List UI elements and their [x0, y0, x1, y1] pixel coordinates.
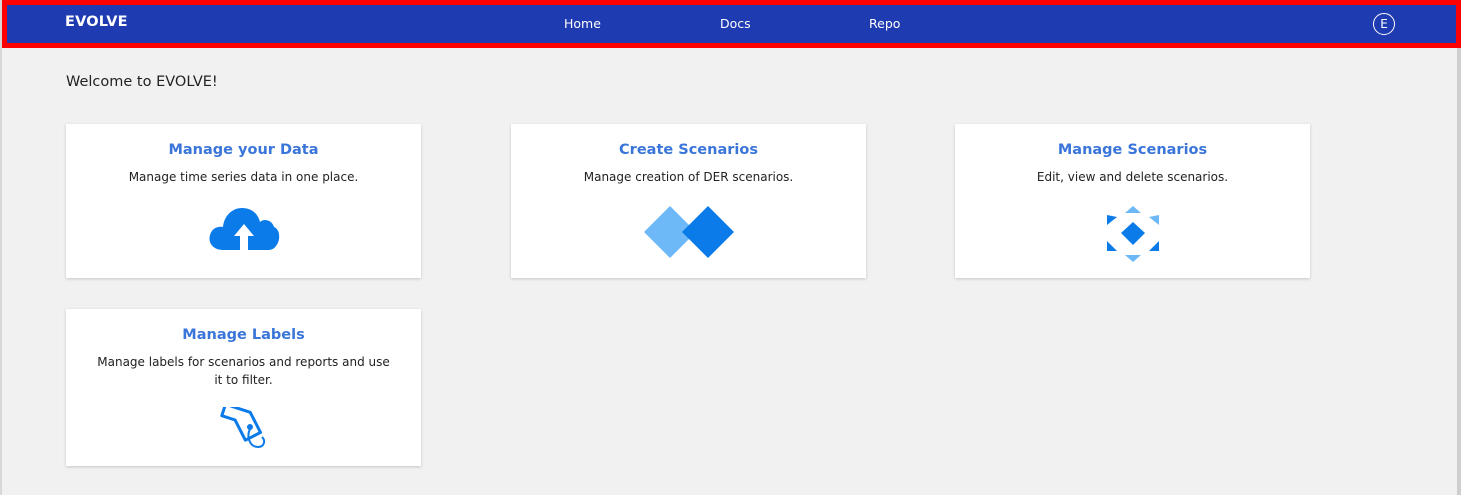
- nav-home[interactable]: Home: [564, 16, 601, 31]
- card-create-scenarios[interactable]: Create Scenarios Manage creation of DER …: [511, 124, 866, 278]
- cloud-upload-icon: [208, 204, 280, 256]
- diamonds-icon: [642, 204, 736, 264]
- scenario-cluster-icon: [1104, 204, 1162, 268]
- tag-icon: [216, 402, 272, 459]
- brand-logo[interactable]: EVOLVE: [65, 14, 128, 30]
- app-frame: EVOLVE Home Docs Repo E Welcome to EVOLV…: [0, 0, 1461, 495]
- card-description: Manage creation of DER scenarios.: [583, 170, 794, 184]
- card-manage-scenarios[interactable]: Manage Scenarios Edit, view and delete s…: [955, 124, 1310, 278]
- card-title: Manage Scenarios: [1057, 142, 1208, 158]
- card-description: Manage labels for scenarios and reports …: [97, 355, 390, 387]
- user-avatar[interactable]: E: [1373, 13, 1395, 35]
- nav-docs[interactable]: Docs: [720, 16, 751, 31]
- card-manage-labels[interactable]: Manage Labels Manage labels for scenario…: [66, 309, 421, 466]
- card-title: Create Scenarios: [619, 142, 758, 158]
- header-highlight: EVOLVE Home Docs Repo E: [2, 0, 1461, 48]
- card-title: Manage your Data: [168, 142, 319, 158]
- nav-repo[interactable]: Repo: [869, 16, 900, 31]
- card-manage-data[interactable]: Manage your Data Manage time series data…: [66, 124, 421, 278]
- navbar: EVOLVE Home Docs Repo E: [7, 5, 1456, 43]
- welcome-heading: Welcome to EVOLVE!: [66, 74, 218, 90]
- card-title: Manage Labels: [182, 327, 305, 343]
- card-description: Manage time series data in one place.: [128, 170, 359, 184]
- card-description: Edit, view and delete scenarios.: [1036, 170, 1229, 184]
